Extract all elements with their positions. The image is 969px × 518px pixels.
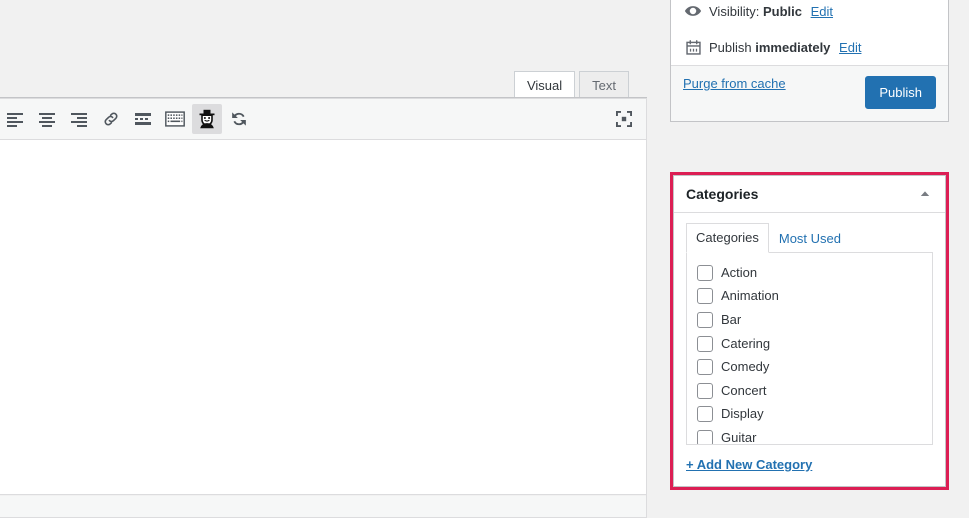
list-item[interactable]: Catering: [697, 332, 932, 356]
categories-title: Categories: [686, 186, 759, 202]
list-item[interactable]: Concert: [697, 379, 932, 403]
align-right-icon[interactable]: [64, 104, 94, 134]
category-checkbox-concert[interactable]: [697, 382, 713, 399]
tab-visual[interactable]: Visual: [513, 71, 576, 99]
schedule-edit-link[interactable]: Edit: [839, 40, 861, 55]
keyboard-shortcuts-icon[interactable]: [160, 104, 190, 134]
tab-text[interactable]: Text: [579, 71, 629, 99]
category-label: Bar: [721, 311, 742, 327]
categories-tablist: Categories Most Used: [686, 223, 933, 253]
category-label: Animation: [721, 288, 779, 304]
publish-actions: Purge from cache Publish: [671, 65, 948, 121]
list-item[interactable]: Comedy: [697, 355, 932, 379]
category-checkbox-bar[interactable]: [697, 311, 713, 328]
editor-toolbar: [0, 98, 647, 140]
categories-metabox: Categories Categories Most Used Action A…: [673, 175, 946, 487]
category-label: Catering: [721, 335, 771, 351]
incognito-spy-icon[interactable]: [192, 104, 222, 134]
editor-content-area[interactable]: [0, 140, 647, 495]
tab-most-used[interactable]: Most Used: [769, 224, 851, 253]
calendar-icon: [683, 37, 703, 57]
schedule-value: immediately: [755, 39, 831, 55]
schedule-prefix: Publish: [709, 39, 752, 55]
distraction-free-icon[interactable]: [609, 104, 639, 134]
category-checkbox-display[interactable]: [697, 406, 713, 423]
add-new-category-link[interactable]: + Add New Category: [686, 457, 812, 472]
list-item[interactable]: Bar: [697, 308, 932, 332]
visibility-value: Public: [762, 3, 802, 19]
list-item[interactable]: Animation: [697, 285, 932, 309]
category-checkbox-action[interactable]: [697, 264, 713, 281]
eye-icon: [683, 1, 703, 21]
schedule-label: Publish immediately Edit: [709, 40, 861, 55]
publish-button[interactable]: Publish: [865, 76, 936, 109]
category-checkbox-comedy[interactable]: [697, 359, 713, 376]
categories-header[interactable]: Categories: [674, 176, 945, 213]
tab-all-categories[interactable]: Categories: [686, 223, 769, 253]
align-center-icon[interactable]: [32, 104, 62, 134]
publish-metabox: Visibility: Public Edit Publish immediat…: [670, 0, 949, 122]
chevron-up-icon[interactable]: [915, 184, 935, 204]
insert-read-more-icon[interactable]: [128, 104, 158, 134]
wordpress-post-editor-screen: Visual Text Visibility: Public Edit Publ…: [0, 0, 969, 518]
visibility-label: Visibility: Public Edit: [709, 4, 833, 19]
link-icon[interactable]: [96, 104, 126, 134]
sync-refresh-icon[interactable]: [224, 104, 254, 134]
schedule-row: Publish immediately Edit: [683, 29, 936, 65]
category-label: Guitar: [721, 429, 757, 445]
add-category-row: + Add New Category: [686, 445, 933, 472]
editor-column: Visual Text: [0, 0, 647, 518]
visibility-edit-link[interactable]: Edit: [811, 4, 833, 19]
category-label: Concert: [721, 382, 767, 398]
list-item[interactable]: Action: [697, 261, 932, 285]
visibility-prefix: Visibility:: [709, 3, 760, 19]
align-left-icon[interactable]: [0, 104, 30, 134]
post-sidebar: Visibility: Public Edit Publish immediat…: [670, 0, 949, 518]
purge-from-cache-link[interactable]: Purge from cache: [683, 76, 786, 91]
visibility-row: Visibility: Public Edit: [683, 0, 936, 29]
publish-rows: Visibility: Public Edit Publish immediat…: [671, 0, 948, 65]
category-checkbox-catering[interactable]: [697, 335, 713, 352]
category-checklist[interactable]: Action Animation Bar Catering Comedy Con…: [686, 252, 933, 445]
category-label: Comedy: [721, 359, 770, 375]
list-item[interactable]: Display: [697, 403, 932, 427]
categories-body: Categories Most Used Action Animation Ba…: [674, 213, 945, 486]
editor-status-bar: [0, 496, 647, 518]
category-label: Action: [721, 264, 758, 280]
editor-mode-tabs: Visual Text: [0, 0, 647, 99]
category-checkbox-animation[interactable]: [697, 288, 713, 305]
category-label: Display: [721, 406, 764, 422]
list-item[interactable]: Guitar: [697, 426, 932, 445]
categories-highlight-ring: Categories Categories Most Used Action A…: [670, 172, 949, 490]
category-checkbox-guitar[interactable]: [697, 429, 713, 444]
editor-column-divider: [646, 98, 647, 518]
